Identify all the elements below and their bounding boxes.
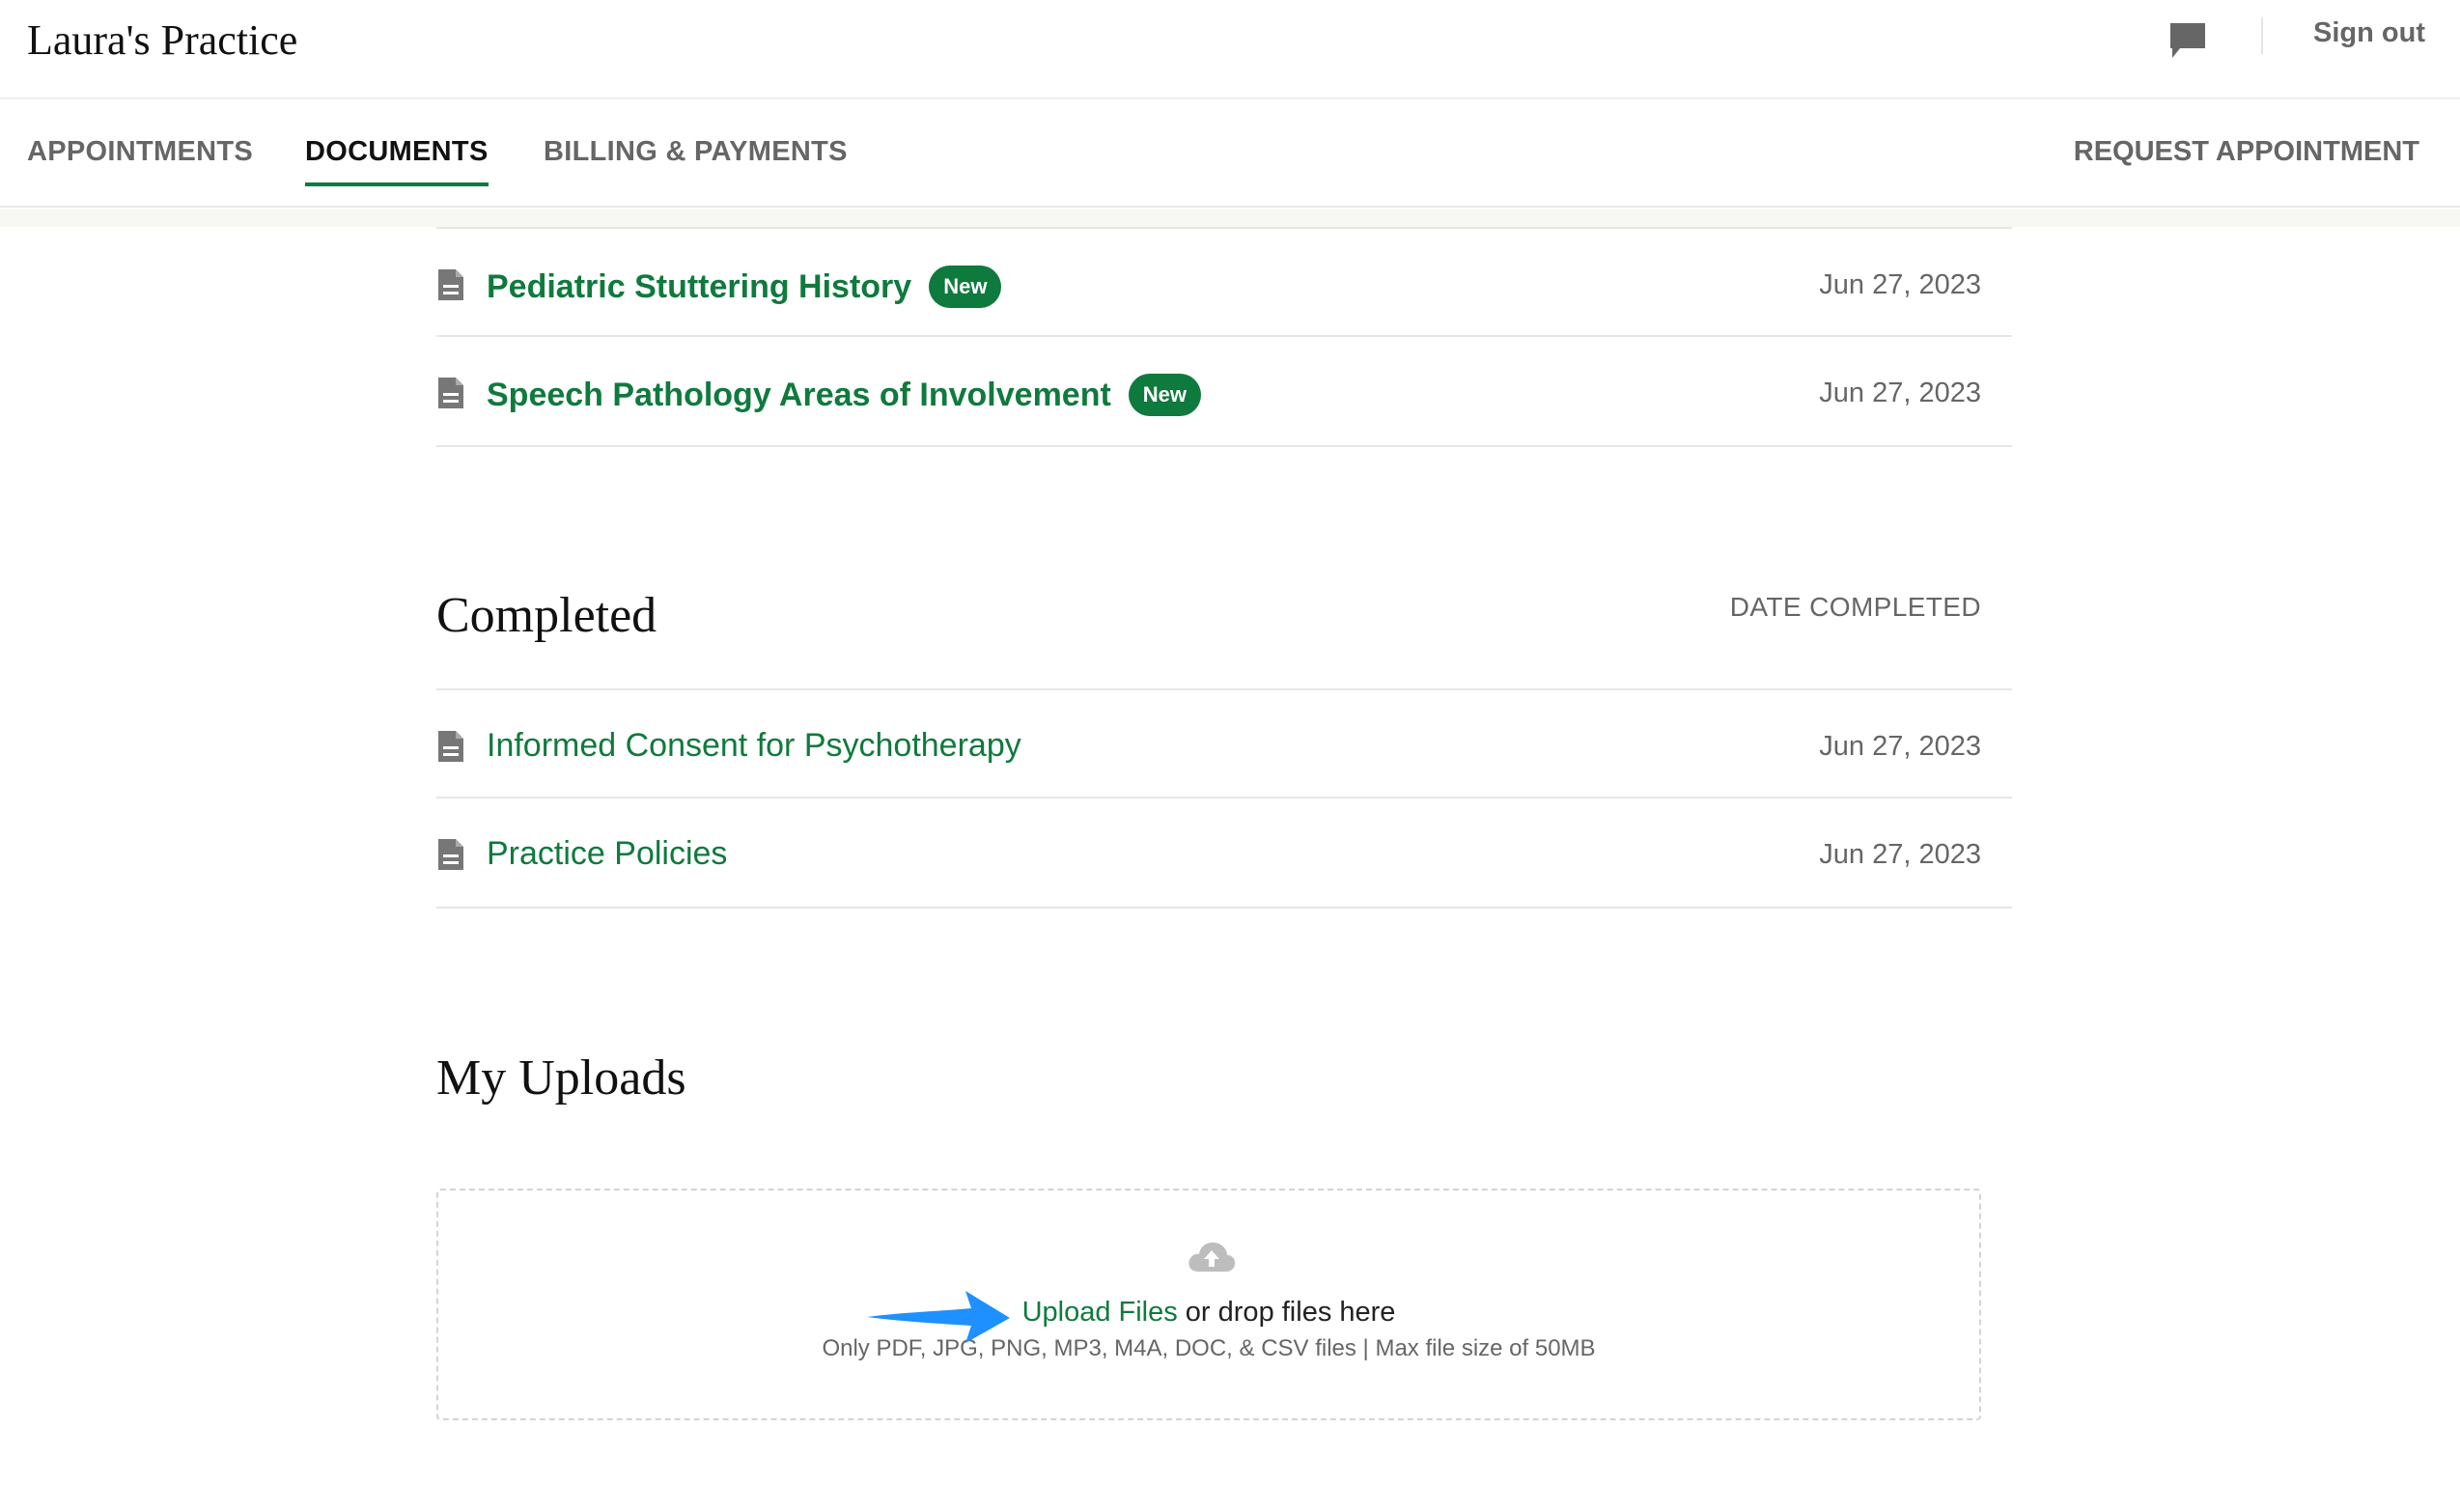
my-uploads-title: My Uploads xyxy=(436,1050,686,1106)
document-date: Jun 27, 2023 xyxy=(1819,269,1981,300)
document-link[interactable]: Informed Consent for Psychotherapy xyxy=(487,727,1021,765)
document-link[interactable]: Pediatric Stuttering History New xyxy=(487,266,1002,308)
document-date: Jun 27, 2023 xyxy=(1819,839,1981,870)
document-icon xyxy=(438,839,463,870)
upload-files-link[interactable]: Upload Files xyxy=(1022,1297,1178,1328)
new-badge: New xyxy=(929,266,1002,308)
documents-content: Pediatric Stuttering History New Jun 27, … xyxy=(436,227,2012,1420)
request-appointment-button[interactable]: REQUEST APPOINTMENT xyxy=(2074,136,2419,168)
main-nav: APPOINTMENTS DOCUMENTS BILLING & PAYMENT… xyxy=(0,99,2460,208)
header-divider xyxy=(2261,17,2263,54)
document-row[interactable]: Speech Pathology Areas of Involvement New… xyxy=(436,337,2012,447)
drop-instructions: Upload Files or drop files here xyxy=(438,1297,1979,1329)
uploads-section-header: My Uploads xyxy=(436,909,2012,1189)
completed-section-header: Completed DATE COMPLETED xyxy=(436,447,2012,688)
document-icon xyxy=(438,269,463,300)
new-badge: New xyxy=(1128,374,1202,416)
document-row[interactable]: Practice Policies Jun 27, 2023 xyxy=(436,798,2012,909)
document-link[interactable]: Speech Pathology Areas of Involvement New xyxy=(487,374,1202,416)
file-dropzone[interactable]: Upload Files or drop files here Only PDF… xyxy=(436,1189,1981,1420)
document-date: Jun 27, 2023 xyxy=(1819,378,1981,408)
date-completed-column-label: DATE COMPLETED xyxy=(1729,592,1981,622)
sign-out-link[interactable]: Sign out xyxy=(2313,17,2425,49)
completed-title: Completed xyxy=(436,588,657,643)
drop-text: or drop files here xyxy=(1177,1297,1396,1328)
document-date: Jun 27, 2023 xyxy=(1819,731,1981,762)
document-icon xyxy=(438,378,463,408)
cloud-upload-icon xyxy=(1188,1242,1236,1272)
document-row[interactable]: Pediatric Stuttering History New Jun 27, … xyxy=(436,227,2012,337)
nav-shadow xyxy=(0,210,2460,227)
document-icon xyxy=(438,731,463,762)
chat-bubble-icon[interactable] xyxy=(2166,19,2209,62)
document-title[interactable]: Speech Pathology Areas of Involvement xyxy=(487,377,1111,413)
document-title[interactable]: Pediatric Stuttering History xyxy=(487,268,911,305)
document-row[interactable]: Informed Consent for Psychotherapy Jun 2… xyxy=(436,688,2012,798)
file-type-hint: Only PDF, JPG, PNG, MP3, M4A, DOC, & CSV… xyxy=(822,1335,1596,1361)
practice-name: Laura's Practice xyxy=(27,16,298,64)
tab-documents[interactable]: DOCUMENTS xyxy=(305,136,489,186)
tab-appointments[interactable]: APPOINTMENTS xyxy=(27,136,253,168)
annotation-arrow-icon xyxy=(867,1291,1010,1343)
top-header: Laura's Practice Sign out xyxy=(0,0,2460,99)
document-link[interactable]: Practice Policies xyxy=(487,835,727,873)
tab-billing-payments[interactable]: BILLING & PAYMENTS xyxy=(544,136,848,168)
